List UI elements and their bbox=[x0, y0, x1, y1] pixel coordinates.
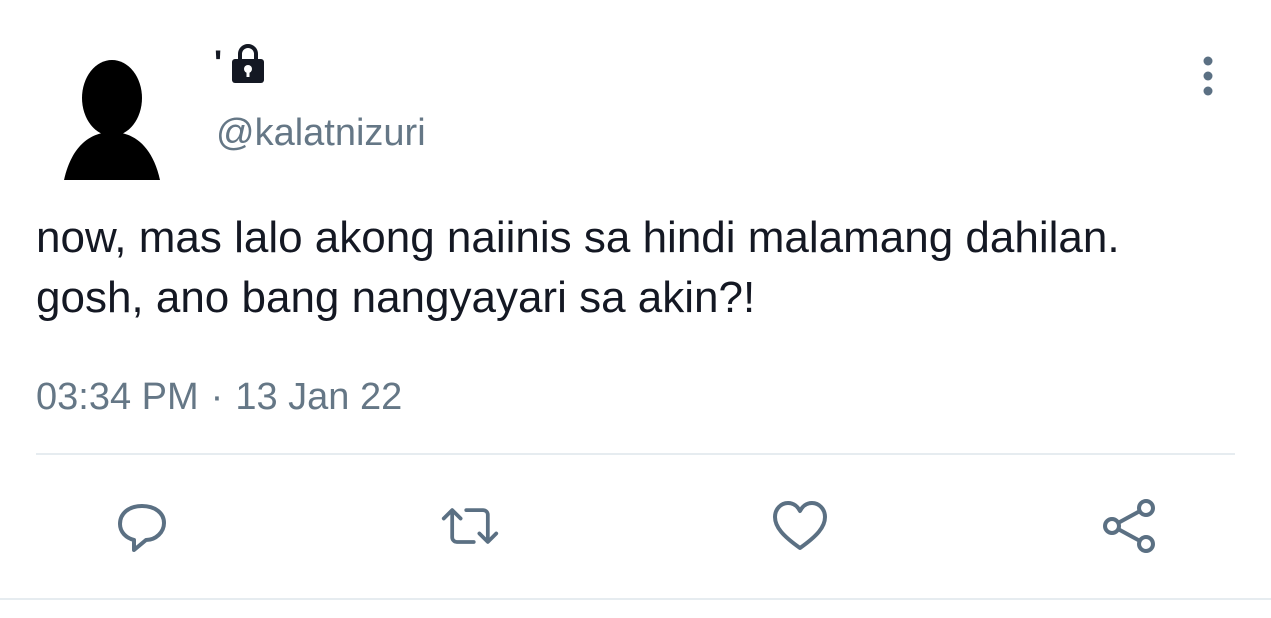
reply-button[interactable] bbox=[112, 496, 172, 556]
tweet-text: now, mas lalo akong naiinis sa hindi mal… bbox=[36, 213, 1120, 322]
heart-icon bbox=[773, 501, 827, 550]
bottom-divider bbox=[0, 598, 1271, 600]
more-vertical-icon[interactable] bbox=[1192, 54, 1224, 98]
display-name-text: ' bbox=[214, 44, 223, 82]
tweet-time: 03:34 PM bbox=[36, 376, 199, 418]
divider bbox=[36, 453, 1235, 455]
lock-icon bbox=[232, 44, 265, 83]
share-icon bbox=[1103, 499, 1155, 553]
reply-icon bbox=[118, 504, 166, 552]
retweet-button[interactable] bbox=[440, 496, 500, 556]
like-button[interactable] bbox=[770, 496, 830, 556]
tweet-timestamp: 03:34 PM · 13 Jan 22 bbox=[36, 374, 402, 420]
tweet-card: ' @kalatnizuri now, mas lalo akong naiin… bbox=[0, 0, 1271, 618]
avatar[interactable] bbox=[62, 58, 162, 180]
display-name[interactable]: ' bbox=[214, 42, 268, 84]
tweet-date: 13 Jan 22 bbox=[235, 376, 403, 418]
timestamp-separator: · bbox=[210, 376, 224, 418]
share-button[interactable] bbox=[1100, 496, 1160, 556]
user-handle[interactable]: @kalatnizuri bbox=[216, 110, 426, 156]
retweet-icon bbox=[441, 508, 499, 544]
